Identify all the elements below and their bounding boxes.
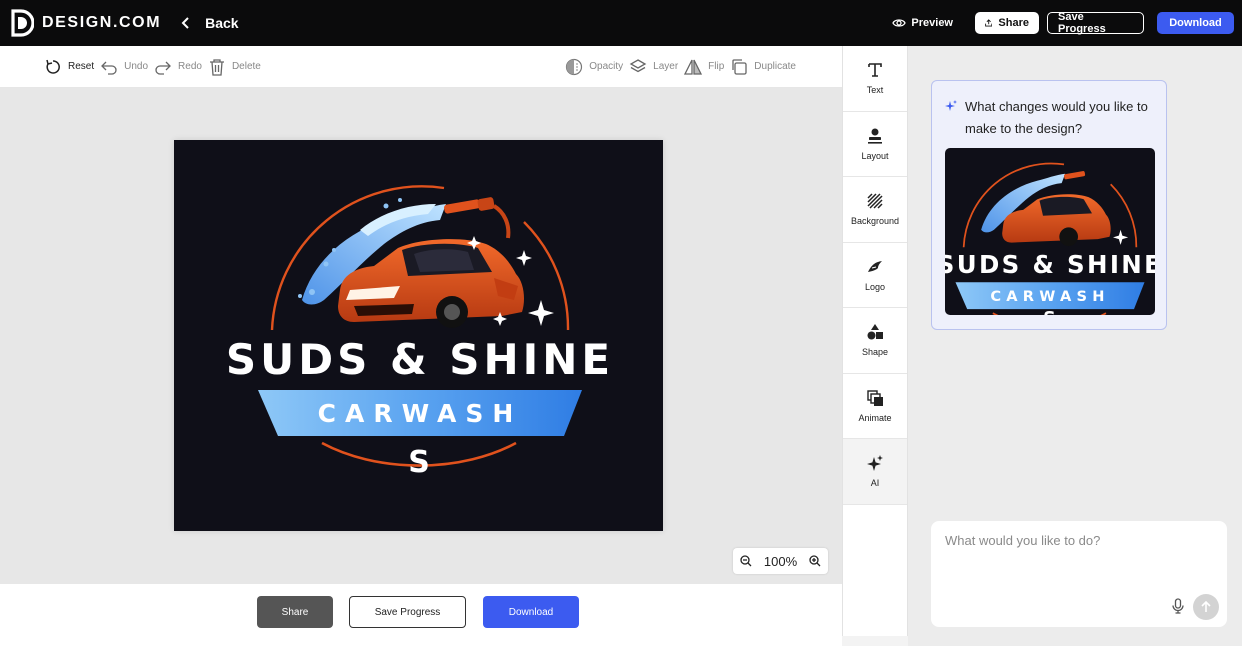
design-preview-thumbnail[interactable]: SUDS & SHINE CARWASH S <box>945 148 1155 315</box>
download-button[interactable]: Download <box>483 596 579 628</box>
ai-prompt-input[interactable] <box>945 533 1205 583</box>
tool-background[interactable]: Background <box>843 177 907 243</box>
thumb-banner-text: CARWASH <box>990 288 1109 305</box>
undo-icon <box>101 61 117 75</box>
chevron-left-icon <box>181 17 189 29</box>
duplicate-icon <box>732 58 747 75</box>
zoom-out-icon[interactable] <box>740 555 752 567</box>
logo-title-text: SUDS & SHINE <box>226 335 614 384</box>
ai-prompt-box <box>931 521 1227 627</box>
download-button-top[interactable]: Download <box>1157 12 1234 34</box>
undo-button[interactable]: Undo <box>100 58 148 76</box>
tool-logo-label: Logo <box>864 281 886 292</box>
share-icon <box>985 19 993 27</box>
layers-icon <box>629 58 647 72</box>
ai-sparkle-icon <box>867 455 883 472</box>
animate-icon <box>867 390 883 406</box>
undo-label: Undo <box>124 61 149 72</box>
tool-text-label: Text <box>866 85 884 96</box>
tool-shape-label: Shape <box>861 347 889 358</box>
logo-icon <box>868 260 882 272</box>
text-icon <box>868 63 882 78</box>
zoom-in-icon[interactable] <box>809 555 821 567</box>
redo-button[interactable]: Redo <box>154 58 202 76</box>
zoom-control: 100% <box>733 548 828 574</box>
save-progress-button-top[interactable]: Save Progress <box>1047 11 1144 35</box>
reset-icon <box>46 59 60 74</box>
trash-icon <box>209 58 224 76</box>
brand[interactable]: DESIGN.COM <box>10 9 161 37</box>
design-com-logo-icon <box>11 9 34 37</box>
share-button[interactable]: Share <box>257 596 333 628</box>
tool-animate[interactable]: Animate <box>843 374 907 439</box>
reset-button[interactable]: Reset <box>44 58 94 76</box>
arrow-up-icon <box>1201 601 1211 612</box>
save-progress-button[interactable]: Save Progress <box>349 596 466 628</box>
opacity-icon <box>566 58 583 75</box>
back-label: Back <box>205 15 239 31</box>
back-button[interactable]: Back <box>179 15 239 31</box>
tool-layout[interactable]: Layout <box>843 112 907 177</box>
shape-icon <box>867 324 883 340</box>
thumb-title-text: SUDS & SHINE <box>945 250 1155 279</box>
pressure-washer-nozzle-icon <box>444 197 511 239</box>
layer-label: Layer <box>653 61 679 72</box>
redo-label: Redo <box>178 61 202 72</box>
background-icon <box>867 193 883 209</box>
delete-button[interactable]: Delete <box>208 58 261 76</box>
duplicate-label: Duplicate <box>754 61 796 72</box>
layer-button[interactable]: Layer <box>629 58 678 76</box>
ai-message-card: What changes would you like to make to t… <box>931 80 1167 330</box>
redo-icon <box>155 61 171 75</box>
edit-toolbar: Reset Undo Redo Delete Opacity Layer Fli… <box>0 46 842 88</box>
flip-icon <box>684 59 703 75</box>
preview-button[interactable]: Preview <box>892 16 953 30</box>
opacity-button[interactable]: Opacity <box>565 58 623 76</box>
brand-name: DESIGN.COM <box>42 14 162 31</box>
logo-initial-text: S <box>408 445 430 480</box>
tool-text[interactable]: Text <box>843 46 907 112</box>
duplicate-button[interactable]: Duplicate <box>730 58 796 76</box>
tool-animate-label: Animate <box>858 412 892 423</box>
ai-question-text: What changes would you like to make to t… <box>965 99 1148 136</box>
microphone-icon[interactable] <box>1171 598 1185 614</box>
carwash-logo-artwork[interactable]: SUDS & SHINE CARWASH S <box>174 140 663 531</box>
ai-assistant-panel: What changes would you like to make to t… <box>908 46 1242 646</box>
bottom-action-bar: Share Save Progress Download <box>0 584 842 646</box>
tool-ai[interactable]: AI <box>843 439 907 505</box>
top-bar: DESIGN.COM Back Preview Share Save Progr… <box>0 0 1242 46</box>
thumb-initial-text: S <box>1043 309 1056 315</box>
share-button-top[interactable]: Share <box>975 12 1039 34</box>
flip-button[interactable]: Flip <box>684 58 724 76</box>
carwash-logo-thumbnail: SUDS & SHINE CARWASH S <box>945 162 1155 315</box>
tool-ai-label: AI <box>870 478 880 489</box>
ai-sparkle-icon <box>945 100 957 111</box>
send-button[interactable] <box>1193 594 1219 620</box>
eye-icon <box>892 19 907 27</box>
layout-icon <box>868 128 882 144</box>
logo-banner-text: CARWASH <box>318 399 523 428</box>
reset-label: Reset <box>68 61 95 72</box>
tool-background-label: Background <box>850 216 900 227</box>
share-label-top: Share <box>998 17 1029 29</box>
tool-logo[interactable]: Logo <box>843 243 907 308</box>
delete-label: Delete <box>231 61 261 72</box>
canvas-area: SUDS & SHINE CARWASH S 100% <box>0 88 842 584</box>
tool-layout-label: Layout <box>861 150 889 161</box>
design-artboard[interactable]: SUDS & SHINE CARWASH S <box>174 140 663 531</box>
zoom-level: 100% <box>763 553 798 569</box>
side-tool-panel: Text Layout Background Logo Shape Animat… <box>842 46 908 636</box>
preview-label: Preview <box>911 17 953 29</box>
tool-shape[interactable]: Shape <box>843 308 907 374</box>
flip-label: Flip <box>708 61 725 72</box>
opacity-label: Opacity <box>589 61 624 72</box>
